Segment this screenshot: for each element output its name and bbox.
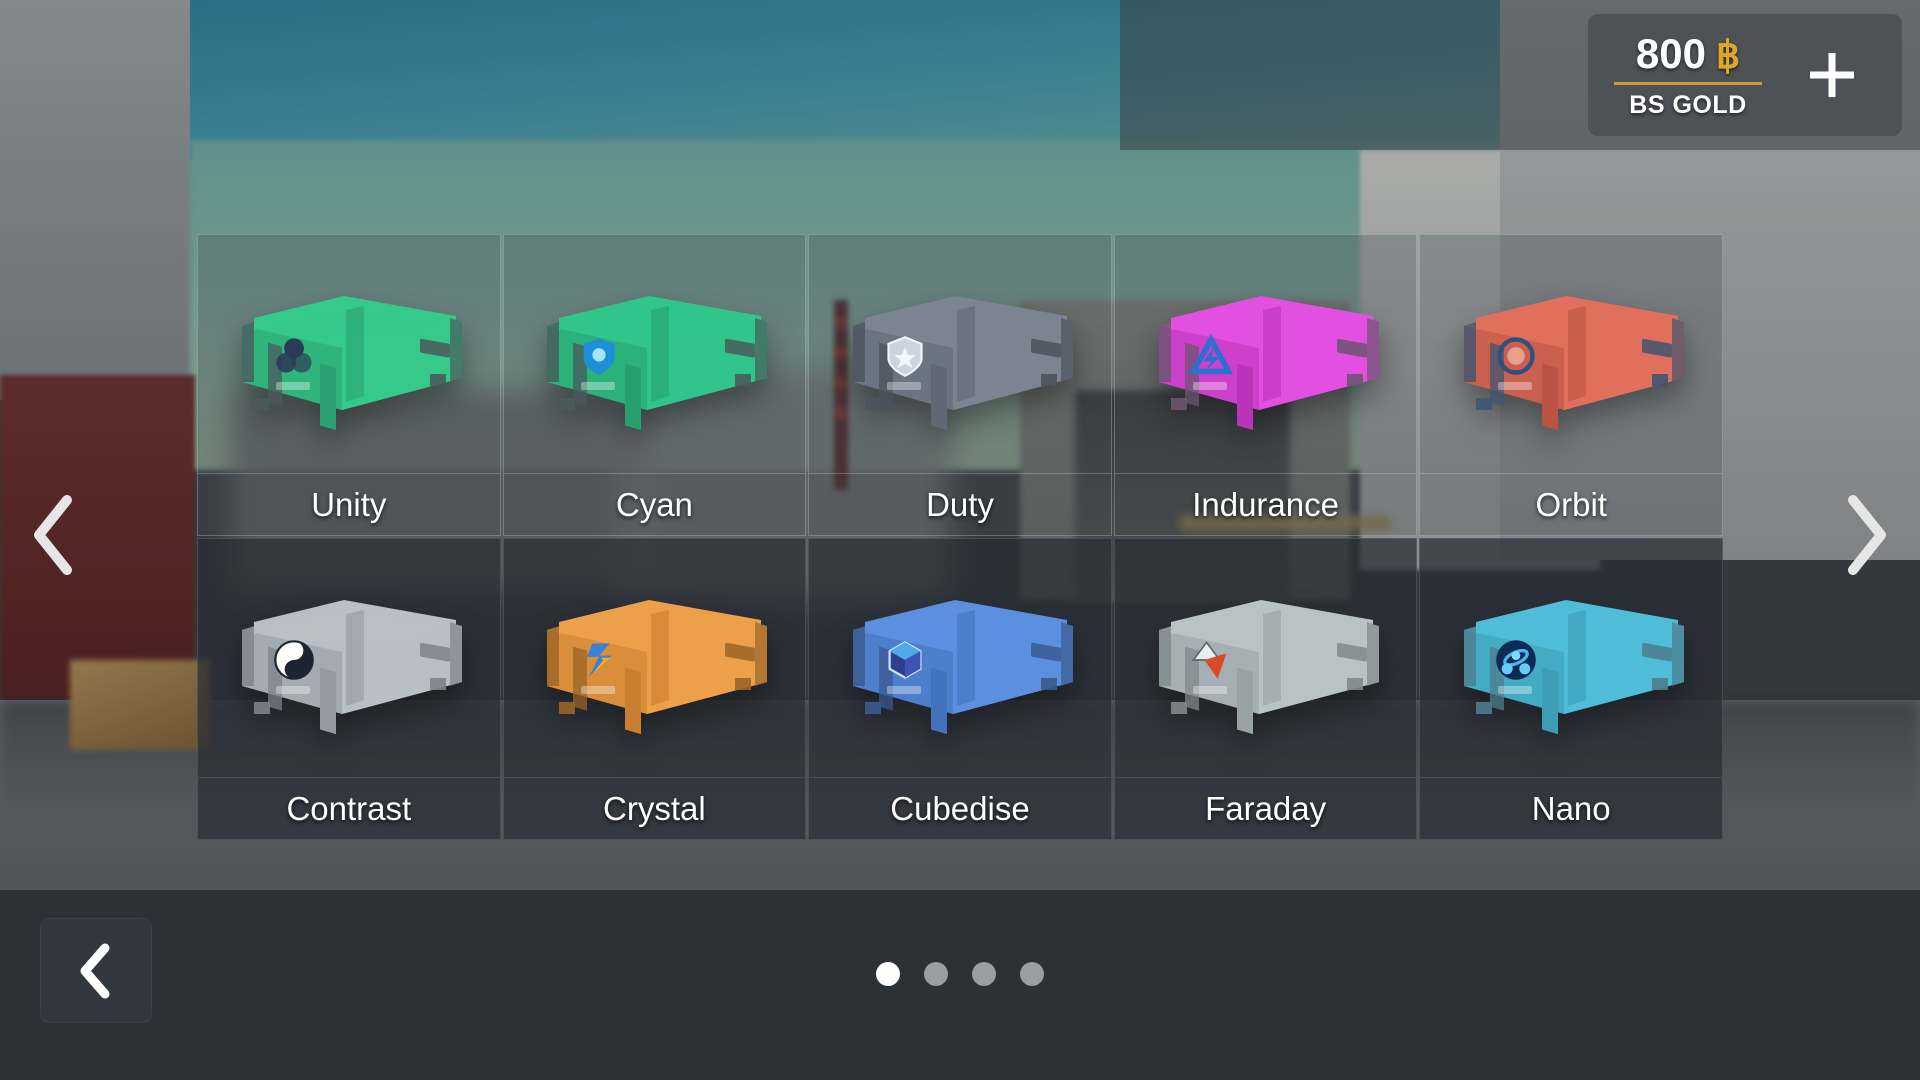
triangle-arrow-icon [1189,638,1233,682]
triangle-bolt-icon [1188,334,1233,378]
crate-cell-orbit[interactable]: Orbit [1419,234,1723,536]
crate-cell-unity[interactable]: Unity [197,234,501,536]
crate-art [1115,235,1417,473]
crate-cell-cyan[interactable]: Cyan [502,234,807,536]
crate-name-bar: Faraday [1114,777,1417,839]
crate-name-bar: Orbit [1420,473,1722,535]
shield-star-icon [883,334,927,378]
page-dots [0,962,1920,986]
add-currency-button[interactable] [1784,28,1880,122]
orbit-ring-icon [1494,334,1538,378]
baht-currency-icon: ฿ [1715,35,1741,77]
crate-illustration [547,600,768,735]
crate-name-bar: Indurance [1114,473,1417,535]
next-page-arrow[interactable] [1822,470,1912,600]
crate-cell-cubedise[interactable]: Cubedise [808,538,1112,840]
crate-name-bar: Cubedise [809,777,1111,839]
venn-circles-icon [272,334,316,378]
crate-art [809,235,1111,473]
crate-art [1115,539,1417,777]
crate-name: Orbit [1535,485,1607,523]
crate-art [504,539,806,777]
crate-illustration [1464,296,1685,431]
currency-label: BS GOLD [1629,91,1747,119]
crate-illustration [852,600,1073,735]
atom-icon [1494,638,1538,682]
crate-art [1420,235,1722,473]
crate-name: Cubedise [890,789,1030,827]
crate-name-bar: Nano [1420,777,1722,839]
bottom-bar [0,890,1920,1080]
page-dot-2[interactable] [924,962,948,986]
crate-art [504,235,806,473]
crate-name: Crystal [603,789,706,827]
chevron-left-icon [34,495,72,575]
crate-cell-duty[interactable]: Duty [808,234,1112,536]
shield-drop-icon [577,334,621,378]
currency-readout: 800 ฿ BS GOLD [1614,30,1762,120]
crate-illustration [1158,296,1379,431]
crate-cell-contrast[interactable]: Contrast [197,538,501,840]
crate-name-bar: Cyan [503,473,806,535]
lightning-s-icon [577,638,621,682]
crate-name-bar: Crystal [503,777,806,839]
page-dot-4[interactable] [1020,962,1044,986]
crate-name-bar: Contrast [198,777,500,839]
crate-cell-nano[interactable]: Nano [1419,538,1723,840]
currency-amount-row: 800 ฿ [1636,30,1740,78]
crate-illustration [1464,600,1685,735]
crate-art [1420,539,1722,777]
page-dot-3[interactable] [972,962,996,986]
crate-cell-faraday[interactable]: Faraday [1113,538,1418,840]
crate-art [198,539,500,777]
yin-yang-icon [272,638,316,682]
crate-name: Duty [926,485,994,523]
crate-cell-indurance[interactable]: Indurance [1113,234,1418,536]
crate-name: Indurance [1192,485,1339,523]
top-bar: 800 ฿ BS GOLD [1120,0,1920,150]
crate-name: Unity [311,485,387,523]
crate-illustration [547,296,768,431]
prev-page-arrow[interactable] [8,470,98,600]
crate-cell-crystal[interactable]: Crystal [502,538,807,840]
crate-name: Contrast [286,789,412,827]
crate-name: Cyan [615,485,693,523]
plus-icon [1810,53,1854,97]
currency-divider [1614,82,1762,85]
crate-illustration [1158,600,1379,735]
page-dot-1[interactable] [876,962,900,986]
currency-panel: 800 ฿ BS GOLD [1588,14,1902,136]
currency-amount: 800 [1635,30,1706,77]
crate-art [809,539,1111,777]
crate-art [198,235,500,473]
crate-grid: Unity Cyan Duty Indurance Orbit Contrast Cryst… [197,234,1723,840]
crate-illustration [241,600,462,735]
crate-illustration [852,296,1073,431]
cube-3d-icon [883,638,927,682]
crate-name-bar: Duty [809,473,1111,535]
crate-name: Nano [1531,789,1611,827]
chevron-right-icon [1848,495,1886,575]
crate-name-bar: Unity [198,473,500,535]
crate-name: Faraday [1205,789,1327,827]
crate-illustration [241,296,462,431]
